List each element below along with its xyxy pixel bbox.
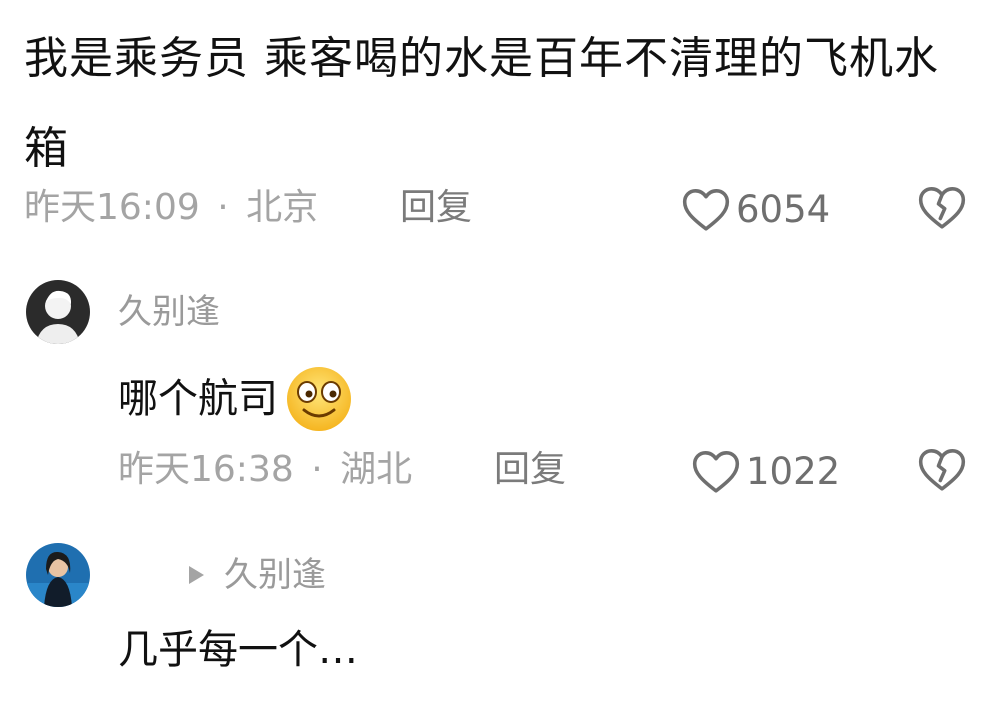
reply-to-indicator: 久别逢 <box>186 558 326 592</box>
broken-heart-icon <box>916 446 968 492</box>
post-meta: 昨天16:09 · 北京 <box>24 190 318 226</box>
comment-like-count: 1022 <box>746 449 841 493</box>
comment-text: 几乎每一个… <box>118 627 358 673</box>
dislike-button[interactable] <box>916 184 968 230</box>
comment-text: 哪个航司 <box>118 376 278 422</box>
comment-username[interactable]: 久别逢 <box>118 295 220 329</box>
avatar[interactable] <box>26 543 90 607</box>
comment-reply-button[interactable]: 回复 <box>494 452 566 488</box>
comment-location: 湖北 <box>340 449 413 490</box>
post-like-count: 6054 <box>736 187 831 231</box>
comment-time: 昨天16:38 <box>118 449 294 490</box>
avatar[interactable] <box>26 280 90 344</box>
comment-body: 哪个航司 <box>118 364 354 434</box>
dislike-button[interactable] <box>916 446 968 492</box>
reply-to-username[interactable]: 久别逢 <box>224 558 326 592</box>
comment-like-button[interactable]: 1022 <box>690 448 840 494</box>
meta-separator: · <box>217 187 229 228</box>
post-location: 北京 <box>246 187 319 228</box>
heart-icon <box>690 448 742 494</box>
post-time: 昨天16:09 <box>24 187 200 228</box>
smiling-face-wide-eyes-icon <box>284 364 354 434</box>
meta-separator: · <box>311 449 323 490</box>
heart-icon <box>680 186 732 232</box>
post-reply-button[interactable]: 回复 <box>400 190 472 226</box>
post-like-button[interactable]: 6054 <box>680 186 830 232</box>
play-arrow-icon <box>186 562 208 588</box>
comment-meta: 昨天16:38 · 湖北 <box>118 452 412 488</box>
broken-heart-icon <box>916 184 968 230</box>
post-text: 我是乘务员 乘客喝的水是百年不清理的飞机水箱 <box>24 33 939 174</box>
